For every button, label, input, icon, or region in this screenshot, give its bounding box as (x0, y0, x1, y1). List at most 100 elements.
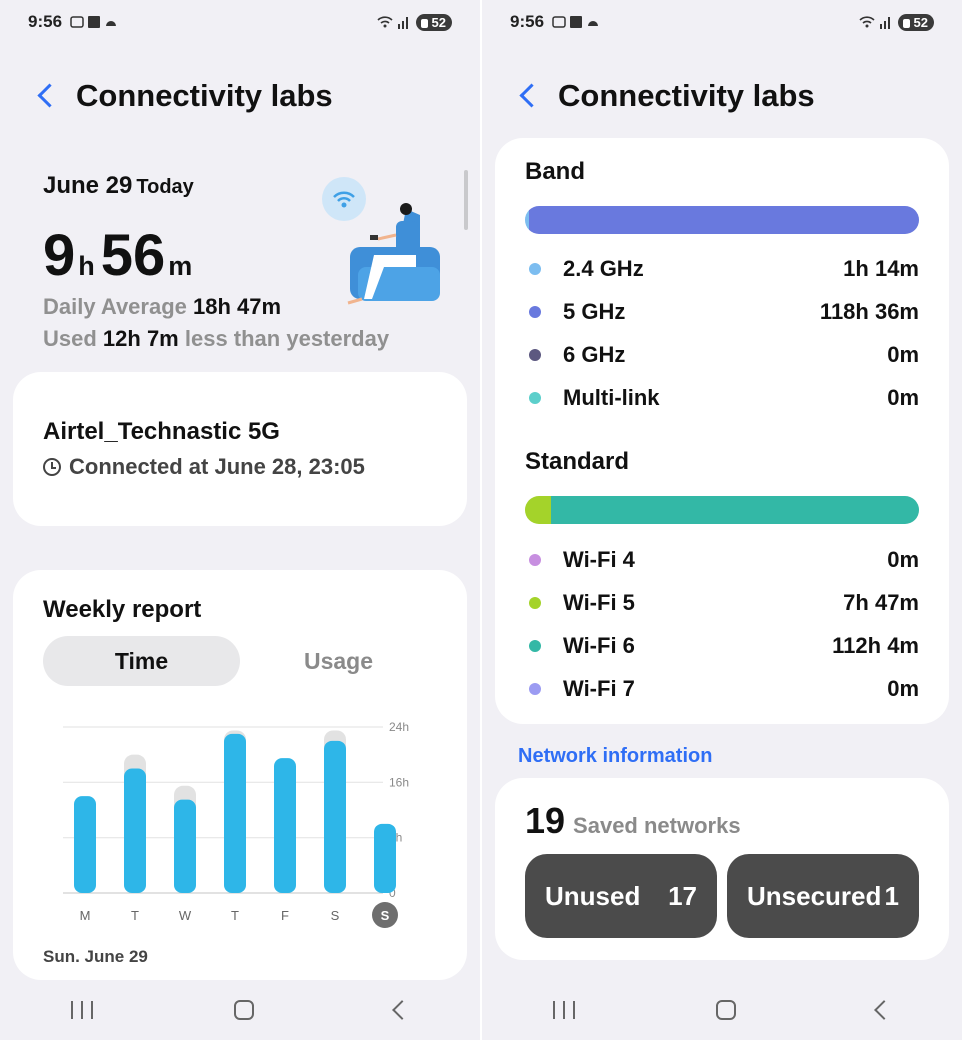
hours-value: 9 (43, 223, 76, 288)
standard-value: 0m (887, 546, 919, 572)
status-time: 9:56 (510, 12, 545, 31)
notification-icons (552, 14, 602, 30)
band-list: 2.4 GHz 1h 14m 5 GHz 118h 36m 6 GHz 0m Multi-l… (525, 247, 919, 419)
tab-time[interactable]: Time (43, 636, 240, 686)
band-label: 6 GHz (563, 341, 626, 367)
standard-value: 0m (887, 675, 919, 701)
network-information-header: Network information (518, 745, 713, 767)
band-value: 0m (887, 341, 919, 367)
standard-row: Wi-Fi 7 0m (525, 667, 919, 710)
day-label[interactable]: F (281, 908, 289, 923)
band-value: 0m (887, 384, 919, 410)
scrollbar[interactable] (464, 170, 468, 230)
saved-networks-card: 19 Saved networks Unused 17 Unsecured 1 (495, 778, 949, 960)
tab-usage[interactable]: Usage (240, 636, 437, 686)
unsecured-label: Unsecured (747, 880, 882, 911)
standard-row: Wi-Fi 5 7h 47m (525, 581, 919, 624)
unsecured-count: 1 (884, 880, 899, 911)
status-right: 52 (858, 13, 934, 31)
band-color-dot (529, 305, 541, 318)
day-label[interactable]: T (131, 908, 139, 923)
band-usage-bar (525, 206, 919, 234)
standard-bar-wifi5 (525, 496, 551, 524)
used-prefix: Used (43, 326, 103, 351)
navigation-bar (0, 980, 480, 1040)
notification-app-icons (552, 16, 599, 28)
minutes-value: 56 (100, 223, 166, 288)
hours-unit: h (78, 251, 95, 281)
back-icon[interactable] (516, 78, 538, 114)
network-card[interactable]: Airtel_Technastic 5G Connected at June 2… (13, 372, 467, 526)
standard-usage-bar (525, 496, 919, 524)
band-title: Band (525, 158, 585, 185)
usage-bar[interactable] (224, 733, 246, 893)
weekly-bar-chart: 08h16h24hMTWTFSS (63, 720, 409, 928)
standard-row: Wi-Fi 4 0m (525, 538, 919, 581)
usage-bar[interactable] (74, 796, 96, 893)
usage-bar[interactable] (174, 799, 196, 893)
standard-color-dot (529, 596, 541, 609)
day-label[interactable]: S (331, 908, 340, 923)
back-icon[interactable] (34, 78, 56, 114)
day-label[interactable]: W (179, 908, 192, 923)
standard-color-dot (529, 639, 541, 652)
day-label[interactable]: T (231, 908, 239, 923)
status-bar: 9:56 52 (510, 10, 934, 34)
header: Connectivity labs (516, 78, 815, 114)
used-value: 12h 7m (102, 326, 179, 351)
standard-label: Wi-Fi 7 (563, 675, 635, 701)
date-label: June 29 (43, 172, 133, 199)
standard-list: Wi-Fi 4 0m Wi-Fi 5 7h 47m Wi-Fi 6 112h 4m Wi-F… (525, 538, 919, 710)
connected-text: Connected at June 28, 23:05 (69, 454, 365, 479)
day-label[interactable]: M (80, 908, 91, 923)
connection-time: Connected at June 28, 23:05 (43, 454, 365, 480)
band-color-dot (529, 391, 541, 404)
wifi-signal-icon (376, 16, 408, 29)
used-comparison: Used 12h 7m less than yesterday (43, 326, 389, 352)
standard-value: 7h 47m (843, 589, 919, 615)
summary-date: June 29 Today (43, 172, 194, 200)
recent-apps-icon[interactable] (70, 1001, 93, 1019)
band-row: Multi-link 0m (525, 376, 919, 419)
wifi-signal-icon (858, 16, 890, 29)
band-label: 5 GHz (563, 298, 626, 324)
band-bar-5ghz (528, 206, 919, 234)
nav-back-icon[interactable] (392, 1000, 413, 1020)
band-row: 5 GHz 118h 36m (525, 290, 919, 333)
avg-label: Daily Average (43, 294, 194, 319)
left-screen: 9:56 52 Connectivity labs June 29 Today 9… (0, 0, 480, 1040)
usage-duration: 9 h 56 m (43, 222, 198, 289)
page-title: Connectivity labs (76, 78, 333, 113)
right-screen: 9:56 52 Connectivity labs Band 2.4 GHz 1h… (482, 0, 962, 1040)
weekly-report-title: Weekly report (43, 596, 202, 623)
standard-label: Wi-Fi 6 (563, 632, 635, 658)
unused-count: 17 (668, 880, 697, 911)
usage-bar[interactable] (374, 823, 396, 893)
band-row: 6 GHz 0m (525, 333, 919, 376)
usage-bar[interactable] (324, 740, 346, 893)
network-name: Airtel_Technastic 5G (43, 418, 280, 445)
status-time: 9:56 (28, 12, 63, 31)
nav-back-icon[interactable] (874, 1000, 895, 1020)
unused-label: Unused (545, 880, 641, 911)
selected-day-label: Sun. June 29 (43, 947, 148, 966)
y-tick-label: 24h (389, 720, 409, 734)
unsecured-button[interactable]: Unsecured 1 (727, 854, 919, 938)
day-label[interactable]: S (381, 908, 390, 923)
home-icon[interactable] (233, 1000, 254, 1020)
recent-apps-icon[interactable] (552, 1001, 575, 1019)
usage-bar[interactable] (274, 758, 296, 893)
header: Connectivity labs (34, 78, 333, 114)
standard-row: Wi-Fi 6 112h 4m (525, 624, 919, 667)
today-label: Today (136, 176, 194, 198)
clock-icon (43, 458, 61, 476)
minutes-unit: m (168, 251, 193, 281)
status-bar: 9:56 52 (28, 10, 452, 34)
unused-button[interactable]: Unused 17 (525, 854, 717, 938)
battery-icon: 52 (415, 13, 452, 31)
home-icon[interactable] (715, 1000, 736, 1020)
notification-app-icons (70, 16, 117, 28)
standard-bar-wifi6 (550, 496, 919, 524)
band-value: 1h 14m (843, 255, 919, 281)
usage-bar[interactable] (124, 768, 146, 894)
